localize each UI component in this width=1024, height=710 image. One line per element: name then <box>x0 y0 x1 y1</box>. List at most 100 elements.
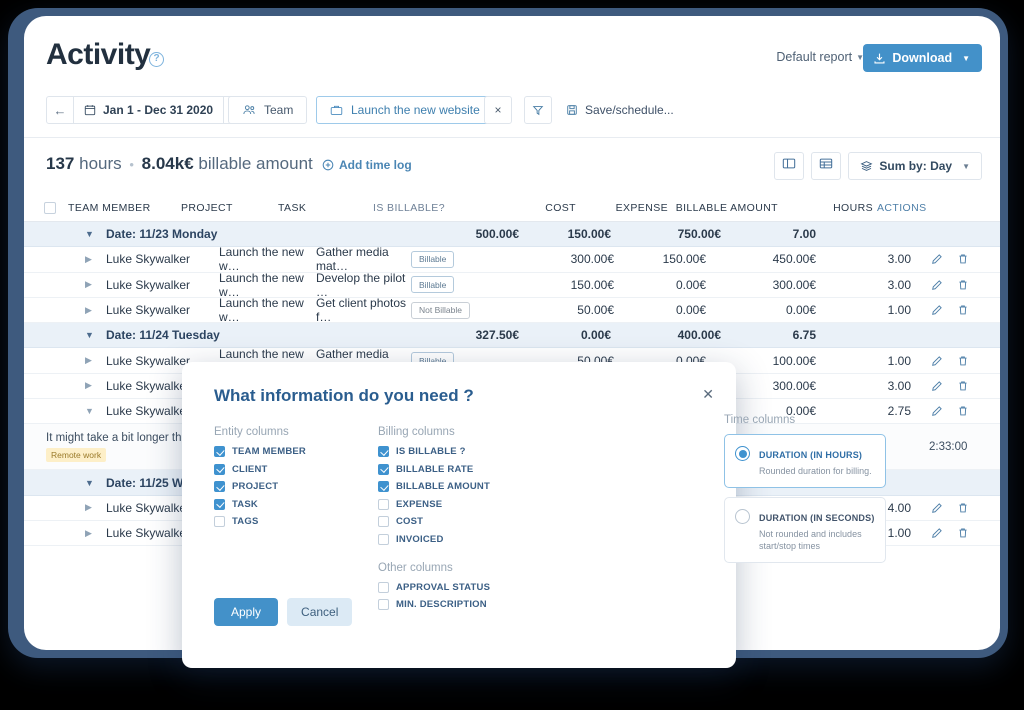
checkbox-icon[interactable] <box>214 463 225 475</box>
download-button[interactable]: Download ▼ <box>863 44 982 72</box>
other-column-option[interactable]: MIN. DESCRIPTION <box>378 599 548 610</box>
next-period-button[interactable]: → <box>224 96 253 124</box>
billing-column-option[interactable]: EXPENSE <box>378 498 548 510</box>
col-task[interactable]: TASK <box>278 202 373 214</box>
col-billable-amount[interactable]: BILLABLE AMOUNT <box>668 202 778 214</box>
edit-icon[interactable] <box>931 527 943 539</box>
checkbox-icon[interactable] <box>378 481 389 492</box>
table-row[interactable]: ▶Luke Skywalker Launch the new w… Gather m… <box>24 245 1000 273</box>
checkbox-icon[interactable] <box>378 446 389 457</box>
team-filter-button[interactable]: Team <box>228 96 308 124</box>
option-label: TEAM MEMBER <box>232 446 306 457</box>
delete-icon[interactable] <box>957 405 969 417</box>
select-all-checkbox[interactable] <box>44 201 56 214</box>
apply-button[interactable]: Apply <box>214 598 279 626</box>
prev-period-button[interactable]: ← <box>46 96 74 124</box>
select-all-cell[interactable] <box>24 201 68 214</box>
cancel-button[interactable]: Cancel <box>287 598 353 626</box>
expand-toggle-icon[interactable]: ▶ <box>68 305 106 316</box>
col-project[interactable]: PROJECT <box>181 202 278 214</box>
billing-column-option[interactable]: COST <box>378 516 548 527</box>
expand-toggle-icon[interactable]: ▶ <box>68 502 106 513</box>
delete-icon[interactable] <box>957 279 969 291</box>
expand-toggle-icon[interactable]: ▼ <box>68 330 106 340</box>
report-select-label: Default report <box>776 50 853 64</box>
edit-icon[interactable] <box>931 502 943 514</box>
entity-column-option[interactable]: CLIENT <box>214 463 374 475</box>
edit-icon[interactable] <box>931 405 943 417</box>
delete-icon[interactable] <box>957 253 969 265</box>
expand-toggle-icon[interactable]: ▶ <box>68 528 106 539</box>
other-column-option[interactable]: APPROVAL STATUS <box>378 581 548 593</box>
edit-icon[interactable] <box>931 304 943 316</box>
table-group-row[interactable]: ▼ Date: 11/23 Monday 500.00€ 150.00€ 750.00€… <box>24 222 1000 248</box>
edit-icon[interactable] <box>931 380 943 392</box>
table-group-row[interactable]: ▼ Date: 11/24 Tuesday 327.50€ 0.00€ 400.00€ 6… <box>24 323 1000 349</box>
time-column-option[interactable]: DURATION (IN SECONDS) Not rounded and inc… <box>724 497 886 564</box>
checkbox-icon[interactable] <box>214 446 225 457</box>
edit-icon[interactable] <box>931 355 943 367</box>
checkbox-icon[interactable] <box>378 599 389 610</box>
radio-icon[interactable] <box>735 446 750 461</box>
date-range-button[interactable]: Jan 1 - Dec 31 2020 <box>74 96 225 124</box>
save-schedule-button[interactable]: Save/schedule... <box>566 96 674 124</box>
edit-icon[interactable] <box>931 279 943 291</box>
table-row[interactable]: ▶ Luke Skywalker Launch the new w… Develop … <box>24 271 1000 299</box>
expand-toggle-icon[interactable]: ▶ <box>68 254 106 265</box>
total-hours-value: 137 <box>46 154 75 173</box>
clear-filter-button[interactable]: × <box>484 96 512 124</box>
cell-is-billable: Billable <box>411 276 521 294</box>
checkbox-icon[interactable] <box>378 533 389 545</box>
delete-icon[interactable] <box>957 502 969 514</box>
expand-toggle-icon[interactable]: ▼ <box>68 229 106 239</box>
col-hours[interactable]: HOURS <box>778 202 873 214</box>
billing-column-option[interactable]: BILLABLE AMOUNT <box>378 481 548 492</box>
entity-column-option[interactable]: TASK <box>214 498 374 510</box>
col-is-billable[interactable]: IS BILLABLE? <box>373 202 483 214</box>
col-expense[interactable]: EXPENSE <box>576 202 668 214</box>
project-filter-chip[interactable]: Launch the new website <box>316 96 494 124</box>
delete-icon[interactable] <box>957 355 969 367</box>
modal-title: What information do you need ? <box>214 386 474 405</box>
checkbox-icon[interactable] <box>378 581 389 593</box>
entity-column-option[interactable]: PROJECT <box>214 481 374 492</box>
calendar-icon <box>84 104 96 116</box>
time-column-option[interactable]: DURATION (IN HOURS) Rounded duration for … <box>724 434 886 489</box>
billing-column-option[interactable]: INVOICED <box>378 533 548 545</box>
billing-column-option[interactable]: BILLABLE RATE <box>378 463 548 475</box>
col-cost[interactable]: COST <box>483 202 576 214</box>
option-label: TAGS <box>232 516 259 527</box>
delete-icon[interactable] <box>957 304 969 316</box>
sum-by-button[interactable]: Sum by: Day ▼ <box>848 152 982 180</box>
checkbox-icon[interactable] <box>378 516 389 527</box>
checkbox-icon[interactable] <box>378 463 389 475</box>
expand-toggle-icon[interactable]: ▼ <box>68 478 106 488</box>
checkbox-icon[interactable] <box>378 498 389 510</box>
checkbox-icon[interactable] <box>214 481 225 492</box>
note-tag: Remote work <box>46 447 107 462</box>
filter-funnel-button[interactable] <box>524 96 552 124</box>
billable-amount-label: billable amount <box>198 154 313 173</box>
col-team-member[interactable]: TEAM MEMBER <box>68 202 181 214</box>
option-label: COST <box>396 516 424 527</box>
expand-toggle-icon[interactable]: ▼ <box>68 406 106 416</box>
table-row[interactable]: ▶ Luke Skywalker Launch the new w… Get clie… <box>24 296 1000 324</box>
columns-view-button[interactable] <box>774 152 805 180</box>
expand-toggle-icon[interactable]: ▶ <box>68 279 106 290</box>
checkbox-icon[interactable] <box>214 516 225 527</box>
table-view-button[interactable] <box>811 152 842 180</box>
entity-column-option[interactable]: TEAM MEMBER <box>214 446 374 457</box>
billing-column-option[interactable]: IS BILLABLE ? <box>378 446 548 457</box>
add-time-log-button[interactable]: Add time log <box>322 158 412 172</box>
report-select[interactable]: Default report ▼ <box>776 50 864 64</box>
expand-toggle-icon[interactable]: ▶ <box>68 355 106 366</box>
checkbox-icon[interactable] <box>214 498 225 510</box>
delete-icon[interactable] <box>957 527 969 539</box>
edit-icon[interactable] <box>931 253 943 265</box>
expand-toggle-icon[interactable]: ▶ <box>68 380 106 391</box>
radio-icon[interactable] <box>735 509 750 525</box>
question-mark-icon[interactable]: ? <box>149 52 164 67</box>
delete-icon[interactable] <box>957 380 969 392</box>
entity-column-option[interactable]: TAGS <box>214 516 374 527</box>
close-icon[interactable]: ✕ <box>702 386 714 403</box>
